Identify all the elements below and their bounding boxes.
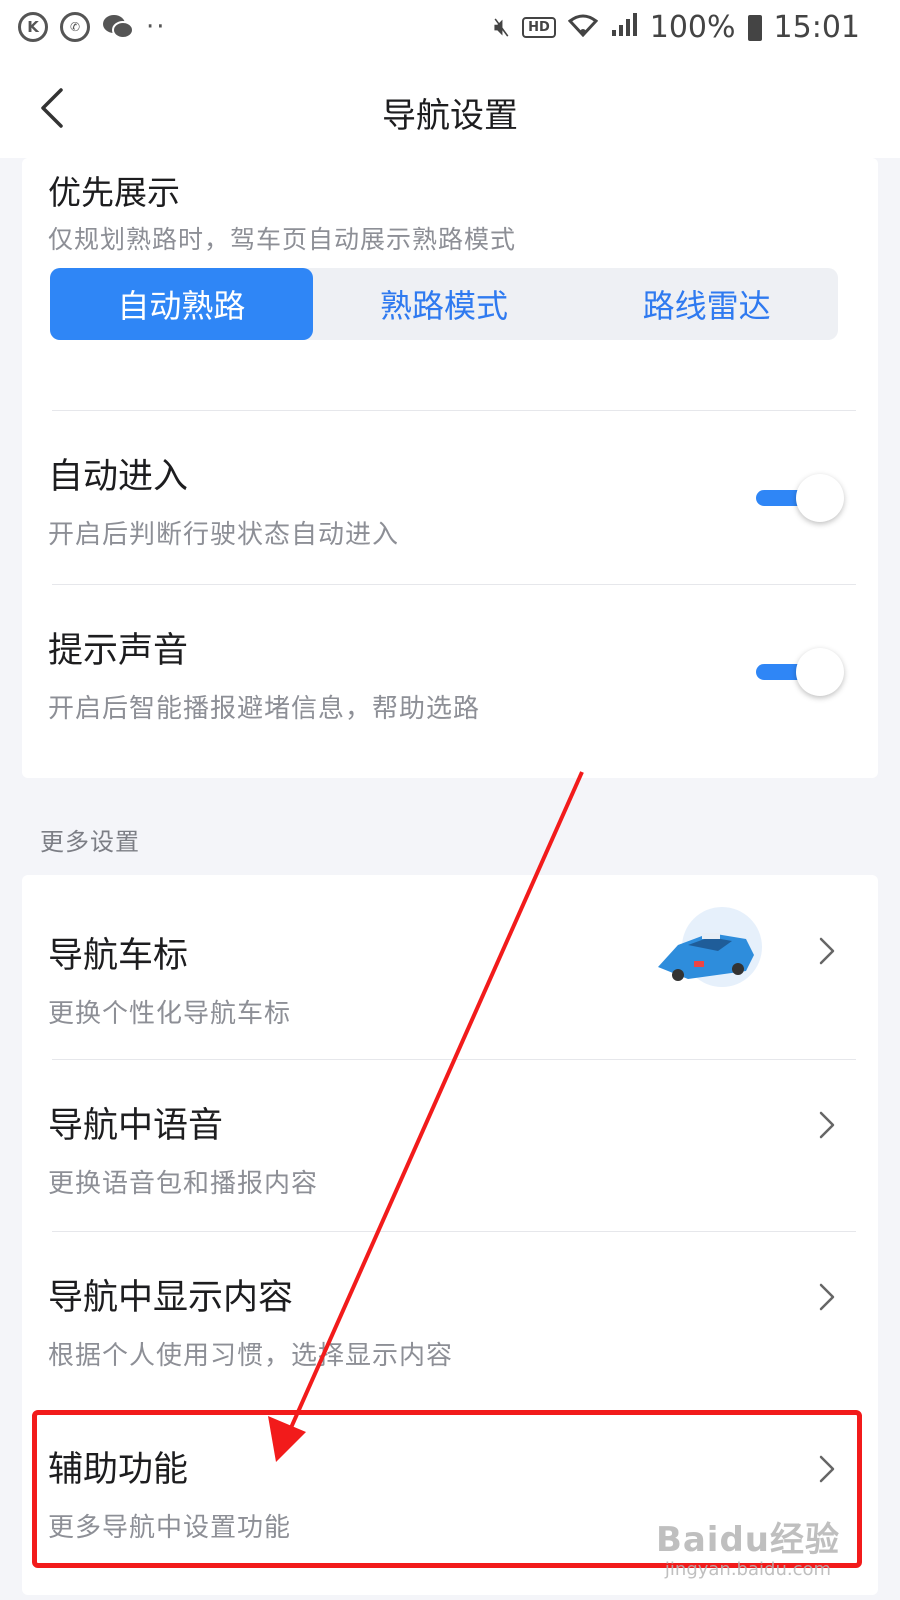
divider [52, 584, 856, 585]
page-title: 导航设置 [382, 96, 518, 136]
k-circle-icon: K [18, 12, 48, 42]
battery-percent: 100% [649, 10, 736, 45]
status-bar: K ✆ ·· 🔇︎ HD 100% 15:01 [0, 0, 900, 58]
cell-signal-icon [610, 12, 638, 44]
hd-badge: HD [522, 17, 556, 38]
watermark-main: Baidu经验 [655, 1520, 840, 1560]
chevron-right-icon [812, 931, 842, 971]
car-avatar-icon [648, 905, 768, 1001]
status-right-icons: 🔇︎ HD 100% 15:01 [494, 10, 860, 45]
mute-icon: 🔇︎ [493, 12, 511, 42]
wifi-calling-icon: ✆ [60, 12, 90, 42]
battery-icon [747, 14, 762, 41]
priority-segmented-control: 自动熟路 熟路模式 路线雷达 [50, 268, 838, 340]
chevron-right-icon [812, 1105, 842, 1145]
divider [52, 1059, 856, 1060]
segment-familiar-mode[interactable]: 熟路模式 [313, 268, 576, 340]
status-left-icons: K ✆ ·· [18, 12, 167, 42]
toggle-knob [796, 474, 844, 522]
prompt-sound-title: 提示声音 [48, 631, 189, 671]
nav-car-icon-desc: 更换个性化导航车标 [48, 999, 292, 1029]
nav-voice-title: 导航中语音 [48, 1106, 224, 1146]
watermark-sub: jingyan.baidu.com [664, 1559, 832, 1580]
toggle-knob [796, 648, 844, 696]
segment-route-radar[interactable]: 路线雷达 [575, 268, 838, 340]
wifi-icon [567, 13, 598, 43]
auto-enter-desc: 开启后判断行驶状态自动进入 [48, 520, 400, 550]
clock: 15:01 [773, 10, 860, 45]
auto-enter-title: 自动进入 [48, 457, 189, 497]
priority-display-desc: 仅规划熟路时，驾车页自动展示熟路模式 [48, 225, 517, 254]
nav-voice-desc: 更换语音包和播报内容 [48, 1169, 319, 1199]
chevron-right-icon [812, 1277, 842, 1317]
nav-display-content-desc: 根据个人使用习惯，选择显示内容 [48, 1341, 454, 1371]
baidu-watermark: Baidu经验 jingyan.baidu.com [656, 1512, 840, 1580]
nav-car-icon-title: 导航车标 [48, 936, 189, 976]
navigation-bar: 导航设置 [0, 58, 900, 158]
wechat-icon [102, 13, 134, 41]
priority-display-title: 优先展示 [48, 173, 180, 212]
divider [52, 410, 856, 411]
prompt-sound-desc: 开启后智能播报避堵信息，帮助选路 [48, 694, 481, 724]
prompt-sound-toggle[interactable] [752, 644, 844, 700]
auto-enter-toggle[interactable] [752, 470, 844, 526]
more-notifications-dots: ·· [146, 12, 167, 42]
divider [52, 1231, 856, 1232]
segment-auto-familiar[interactable]: 自动熟路 [50, 268, 313, 340]
navigation-settings-card: 优先展示 仅规划熟路时，驾车页自动展示熟路模式 自动熟路 熟路模式 路线雷达 自… [22, 158, 878, 778]
more-settings-label: 更多设置 [40, 828, 140, 856]
nav-display-content-title: 导航中显示内容 [48, 1278, 294, 1318]
